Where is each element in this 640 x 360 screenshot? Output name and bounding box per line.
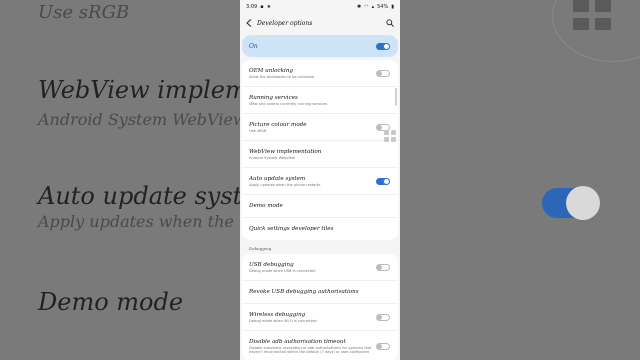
bg-webview-sub: Android System WebView <box>38 110 247 129</box>
master-toggle-label: On <box>249 42 258 50</box>
item-title: WebView implementation <box>249 148 322 155</box>
item-title: Demo mode <box>249 203 283 209</box>
item-subtitle: Allow the bootloader to be unlocked <box>249 74 314 79</box>
item-subtitle: View and control currently running servi… <box>249 101 328 106</box>
status-bar: 3:09 ▪ ★ ✱ ◠ ▴ 54% ▮ <box>240 0 400 14</box>
item-title: Running services <box>249 94 298 101</box>
item-subtitle: Android System WebView <box>249 155 295 160</box>
setting-picture-colour-mode[interactable]: Picture colour mode Use sRGB <box>242 114 398 141</box>
master-switch[interactable] <box>376 42 390 50</box>
item-title: Disable adb authorisation timeout <box>249 338 346 345</box>
adb-timeout-switch[interactable] <box>376 342 390 350</box>
signal-icon: ▴ <box>371 4 375 10</box>
item-title: Picture colour mode <box>249 121 307 128</box>
wifi-icon: ◠ <box>364 4 369 10</box>
developer-options-master-toggle[interactable]: On <box>242 35 398 57</box>
section-debugging-label: Debugging <box>249 246 272 251</box>
setting-quick-settings-tiles[interactable]: Quick settings developer tiles <box>242 218 398 240</box>
battery-level: 54% <box>377 4 389 10</box>
settings-list: OEM unlocking Allow the bootloader to be … <box>242 60 398 240</box>
setting-running-services[interactable]: Running services View and control current… <box>242 87 398 114</box>
page-title: Developer options <box>257 19 313 27</box>
item-subtitle: Disable automatic revocation of adb auth… <box>249 345 372 354</box>
bg-use-srgb: Use sRGB <box>38 2 130 23</box>
item-title: Wireless debugging <box>249 311 306 318</box>
bg-grid-icon <box>573 0 611 30</box>
wireless-debugging-switch[interactable] <box>376 313 390 321</box>
back-arrow-icon[interactable] <box>246 19 252 27</box>
item-title: Auto update system <box>249 175 306 182</box>
scrollbar[interactable] <box>395 88 397 106</box>
auto-update-switch[interactable] <box>376 177 390 185</box>
item-subtitle: Apply updates when the phone restarts. <box>249 182 322 187</box>
item-subtitle: Debug mode when Wi-Fi is connected <box>249 318 317 323</box>
item-title: USB debugging <box>249 261 294 268</box>
battery-icon: ▮ <box>391 4 394 10</box>
usb-debugging-switch[interactable] <box>376 263 390 271</box>
star-icon: ★ <box>266 4 272 10</box>
overlay-grid-icon <box>384 130 396 142</box>
item-subtitle: Debug mode when USB is connected <box>249 268 316 273</box>
status-time: 3:09 <box>246 4 258 10</box>
setting-wireless-debugging[interactable]: Wireless debugging Debug mode when Wi-Fi … <box>242 304 398 331</box>
search-icon[interactable] <box>386 19 394 27</box>
setting-auto-update-system[interactable]: Auto update system Apply updates when the… <box>242 168 398 195</box>
setting-demo-mode[interactable]: Demo mode <box>242 195 398 218</box>
setting-usb-debugging[interactable]: USB debugging Debug mode when USB is conn… <box>242 254 398 281</box>
bluetooth-icon: ✱ <box>357 4 362 10</box>
oem-unlocking-switch[interactable] <box>376 69 390 77</box>
item-title: Quick settings developer tiles <box>249 226 334 232</box>
app-header: Developer options <box>240 14 400 32</box>
setting-webview-implementation[interactable]: WebView implementation Android System Web… <box>242 141 398 168</box>
item-subtitle: Use sRGB <box>249 128 267 133</box>
setting-revoke-usb-auth[interactable]: Revoke USB debugging authorisations <box>242 281 398 304</box>
notification-icon: ▪ <box>260 4 264 10</box>
item-title: Revoke USB debugging authorisations <box>249 289 359 295</box>
bg-toggle <box>542 186 600 220</box>
setting-adb-timeout[interactable]: Disable adb authorisation timeout Disable… <box>242 331 398 360</box>
debugging-list: USB debugging Debug mode when USB is conn… <box>242 254 398 360</box>
bg-demo-mode: Demo mode <box>38 288 184 316</box>
item-title: OEM unlocking <box>249 67 294 74</box>
setting-oem-unlocking[interactable]: OEM unlocking Allow the bootloader to be … <box>242 60 398 87</box>
phone-screen: 3:09 ▪ ★ ✱ ◠ ▴ 54% ▮ Developer options O… <box>240 0 400 360</box>
